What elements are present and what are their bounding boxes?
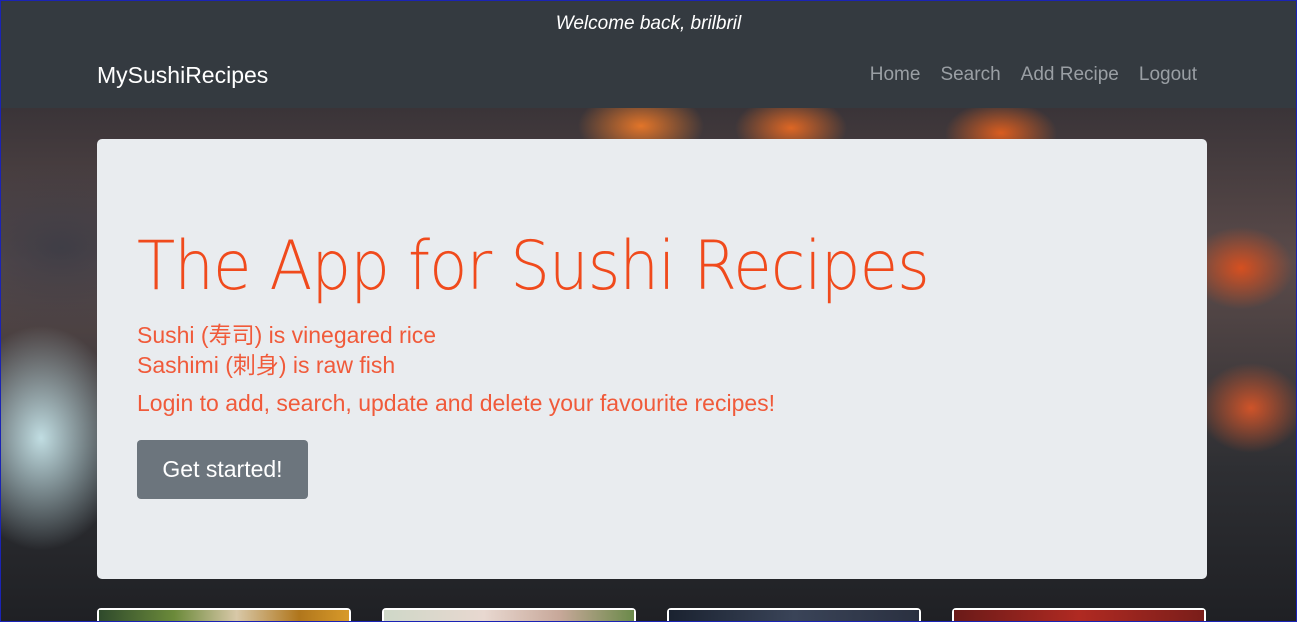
recipe-card-image xyxy=(99,610,349,621)
browser-viewport: Welcome back, brilbril MySushiRecipes Ho… xyxy=(0,0,1297,622)
nav-link-search[interactable]: Search xyxy=(940,64,1000,86)
recipe-card-image xyxy=(954,610,1204,621)
nav-link-add-recipe[interactable]: Add Recipe xyxy=(1021,64,1119,86)
hero-tagline: Login to add, search, update and delete … xyxy=(137,390,776,416)
nav-link-logout[interactable]: Logout xyxy=(1139,64,1197,86)
jumbotron: The App for Sushi Recipes Sushi (寿司) is … xyxy=(97,139,1207,579)
sushi-definition: Sushi (寿司) is vinegared rice xyxy=(137,322,437,348)
recipe-cards xyxy=(97,608,1207,621)
nav-links: Home Search Add Recipe Logout xyxy=(870,64,1197,86)
recipe-card[interactable] xyxy=(667,608,921,621)
recipe-card[interactable] xyxy=(97,608,351,621)
welcome-message: Welcome back, brilbril xyxy=(555,13,742,34)
get-started-button[interactable]: Get started! xyxy=(137,440,308,499)
recipe-card[interactable] xyxy=(382,608,636,621)
recipe-card-image xyxy=(384,610,634,621)
hero-title: The App for Sushi Recipes xyxy=(137,227,930,306)
sashimi-definition: Sashimi (刺身) is raw fish xyxy=(137,352,396,378)
nav-link-home[interactable]: Home xyxy=(870,64,921,86)
recipe-card[interactable] xyxy=(952,608,1206,621)
navbar: MySushiRecipes Home Search Add Recipe Lo… xyxy=(1,47,1296,108)
brand-link[interactable]: MySushiRecipes xyxy=(97,62,268,89)
welcome-bar: Welcome back, brilbril xyxy=(1,1,1296,47)
recipe-card-image xyxy=(669,610,919,621)
